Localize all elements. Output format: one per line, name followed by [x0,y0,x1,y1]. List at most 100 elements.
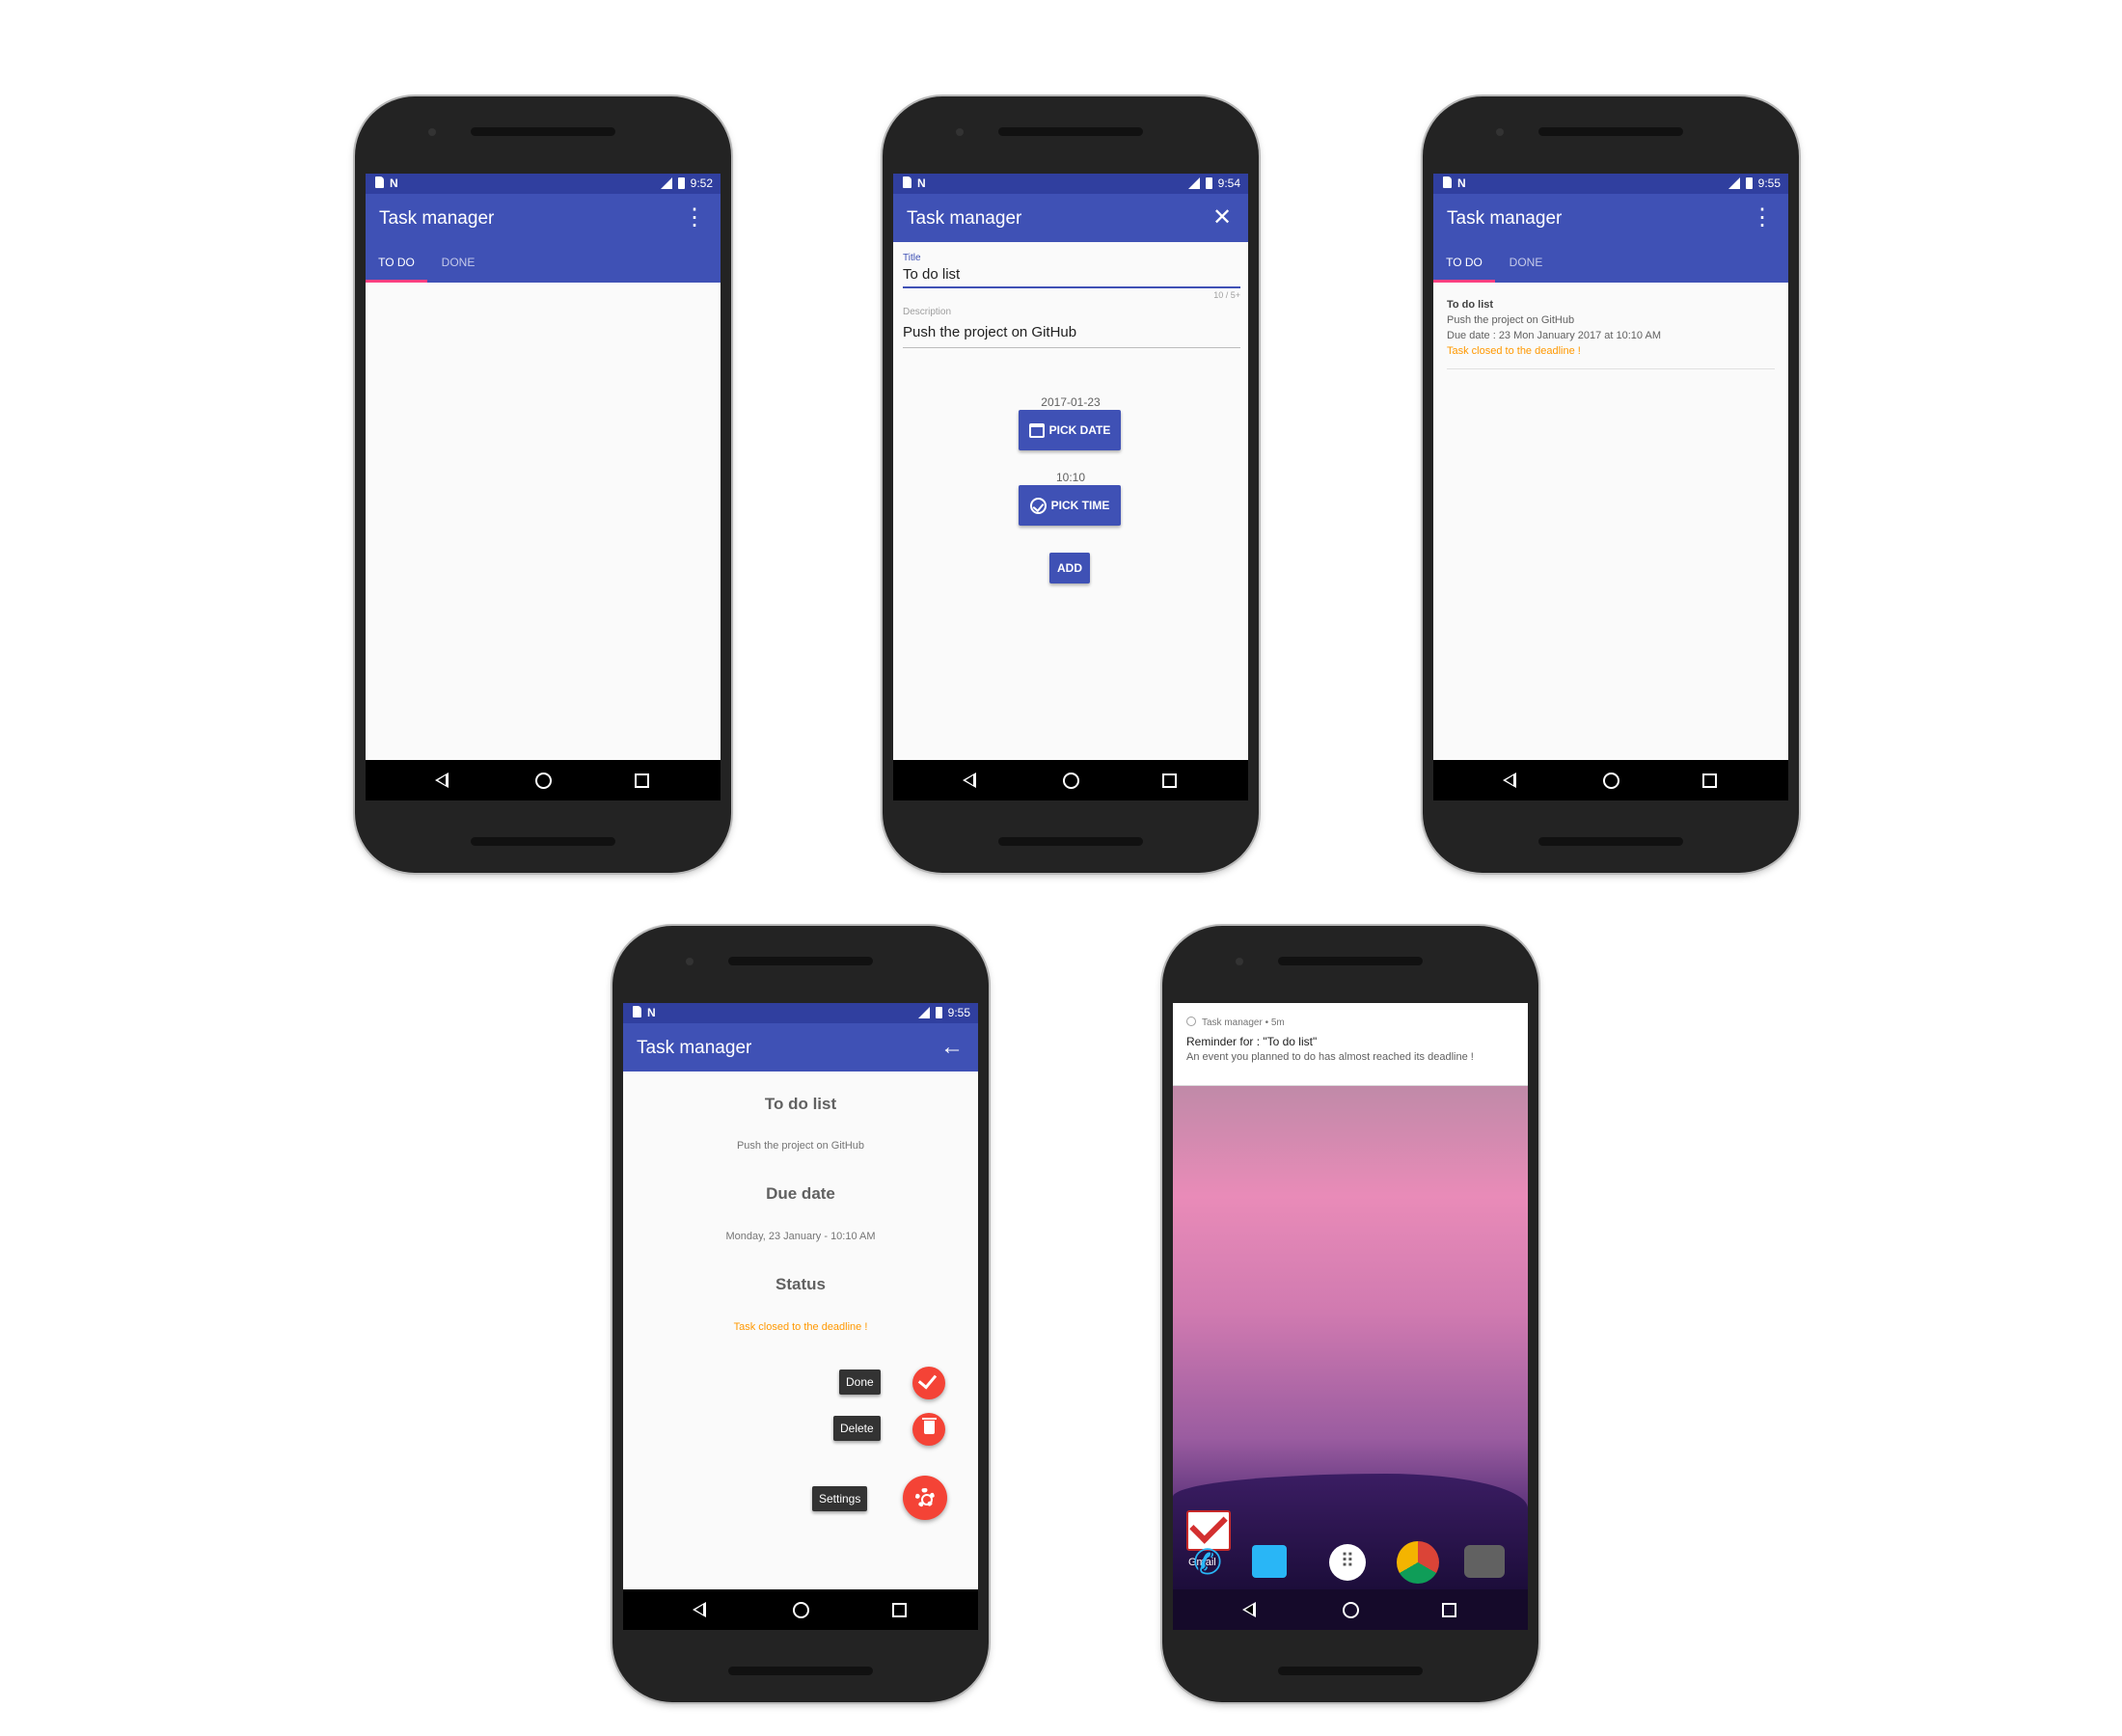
battery-icon [1205,177,1212,189]
status-value: Task closed to the deadline ! [733,1321,868,1333]
n-logo-icon: N [390,176,398,190]
n-logo-icon: N [1457,176,1466,190]
screen: N 9:54 Task manager ✕ Title To do list 1… [893,174,1248,800]
home-icon[interactable] [793,1602,809,1618]
task-list-item[interactable]: To do list Push the project on GitHub Du… [1447,297,1775,369]
back-icon[interactable] [1242,1602,1256,1617]
task-due-date: Due date : 23 Mon January 2017 at 10:10 … [1447,330,1661,341]
close-icon[interactable]: ✕ [1208,203,1237,232]
nav-bar [1173,1589,1528,1630]
phone-task-detail: N 9:55 Task manager ← To do list Push th… [612,926,989,1702]
sd-card-icon [633,1006,641,1017]
recents-icon[interactable] [1162,773,1177,788]
speaker-top [998,127,1143,136]
overflow-menu-icon[interactable]: ⋮ [1748,203,1777,232]
signal-icon [1187,177,1200,189]
camera [428,128,436,136]
speaker-bottom [998,837,1143,846]
nav-bar [1433,760,1788,800]
home-icon[interactable] [1063,773,1079,789]
app-title: Task manager [907,208,1022,229]
overflow-menu-icon[interactable]: ⋮ [680,203,709,232]
description-field-label: Description [903,307,952,317]
tab-done[interactable]: DONE [427,242,489,283]
recents-icon[interactable] [1702,773,1717,788]
title-char-counter: 10 / 5+ [1213,290,1240,300]
sd-card-icon [1443,176,1452,188]
phone-icon[interactable]: ✆ [1186,1541,1229,1584]
app-title: Task manager [637,1038,752,1058]
messages-icon[interactable] [1252,1545,1287,1578]
back-icon[interactable] [963,773,976,788]
status-time: 9:52 [690,176,713,190]
status-bar: N 9:55 [623,1003,978,1023]
detail-description: Push the project on GitHub [736,1140,865,1152]
nav-bar [623,1589,978,1630]
camera [686,958,694,965]
check-icon [917,1370,938,1390]
add-label: ADD [1057,561,1082,575]
tab-done[interactable]: DONE [1495,242,1557,283]
app-toolbar: Task manager ✕ [893,194,1248,242]
selected-date: 2017-01-23 [1041,395,1101,409]
notification-bell-icon [1186,1017,1196,1026]
home-icon[interactable] [1603,773,1619,789]
recents-icon[interactable] [1442,1603,1456,1617]
app-toolbar: Task manager ← [623,1023,978,1071]
title-field[interactable]: To do list [903,266,960,283]
tab-bar: TO DO DONE [366,242,721,283]
tab-todo[interactable]: TO DO [1433,242,1495,283]
speaker-top [1278,957,1423,965]
app-title: Task manager [379,208,495,229]
dock: ✆ ⠿ [1173,1528,1528,1589]
status-bar: N 9:55 [1433,174,1788,194]
gear-icon [915,1488,935,1507]
title-field-label: Title [903,253,921,263]
add-button[interactable]: ADD [1049,553,1090,583]
screen: N 9:55 Task manager ⋮ TO DO DONE To do l… [1433,174,1788,800]
back-icon[interactable] [1503,773,1516,788]
wallpaper: Gmail [1173,1086,1528,1589]
chrome-icon[interactable] [1397,1541,1439,1584]
task-description: Push the project on GitHub [1447,314,1575,326]
speaker-top [471,127,615,136]
battery-icon [677,177,685,189]
selected-time: 10:10 [1055,471,1086,484]
arrow-back-icon[interactable]: ← [938,1033,966,1062]
back-icon[interactable] [693,1602,706,1617]
status-time: 9:54 [1217,176,1240,190]
settings-fab[interactable] [903,1476,947,1520]
app-toolbar: Task manager ⋮ [366,194,721,242]
delete-fab[interactable] [912,1413,945,1446]
battery-icon [1745,177,1753,189]
app-drawer-icon[interactable]: ⠿ [1329,1544,1366,1581]
tab-bar: TO DO DONE [1433,242,1788,283]
delete-fab-label[interactable]: Delete [833,1416,881,1441]
done-fab-label[interactable]: Done [839,1370,881,1395]
status-heading: Status [775,1275,826,1293]
settings-fab-label[interactable]: Settings [812,1486,868,1511]
back-icon[interactable] [435,773,449,788]
recents-icon[interactable] [635,773,649,788]
recents-icon[interactable] [892,1603,907,1617]
screen: Task manager • 5m Reminder for : "To do … [1173,1003,1528,1630]
done-fab[interactable] [912,1367,945,1399]
calendar-icon [1028,422,1045,438]
tab-todo[interactable]: TO DO [366,242,427,283]
notification-title: Reminder for : "To do list" [1186,1035,1318,1048]
camera [956,128,964,136]
description-field-underline [903,347,1240,348]
pick-time-button[interactable]: PICK TIME [1019,485,1121,526]
speaker-top [1538,127,1683,136]
pick-date-button[interactable]: PICK DATE [1019,410,1121,450]
trash-icon [922,1418,937,1434]
camera-icon[interactable] [1464,1545,1505,1578]
home-icon[interactable] [1343,1602,1359,1618]
signal-icon [917,1007,930,1018]
reminder-notification[interactable]: Task manager • 5m Reminder for : "To do … [1173,1003,1528,1086]
signal-icon [1728,177,1740,189]
pick-date-label: PICK DATE [1048,423,1111,437]
screen: N 9:52 Task manager ⋮ TO DO DONE [366,174,721,800]
home-icon[interactable] [535,773,552,789]
description-field[interactable]: Push the project on GitHub [903,324,1076,340]
